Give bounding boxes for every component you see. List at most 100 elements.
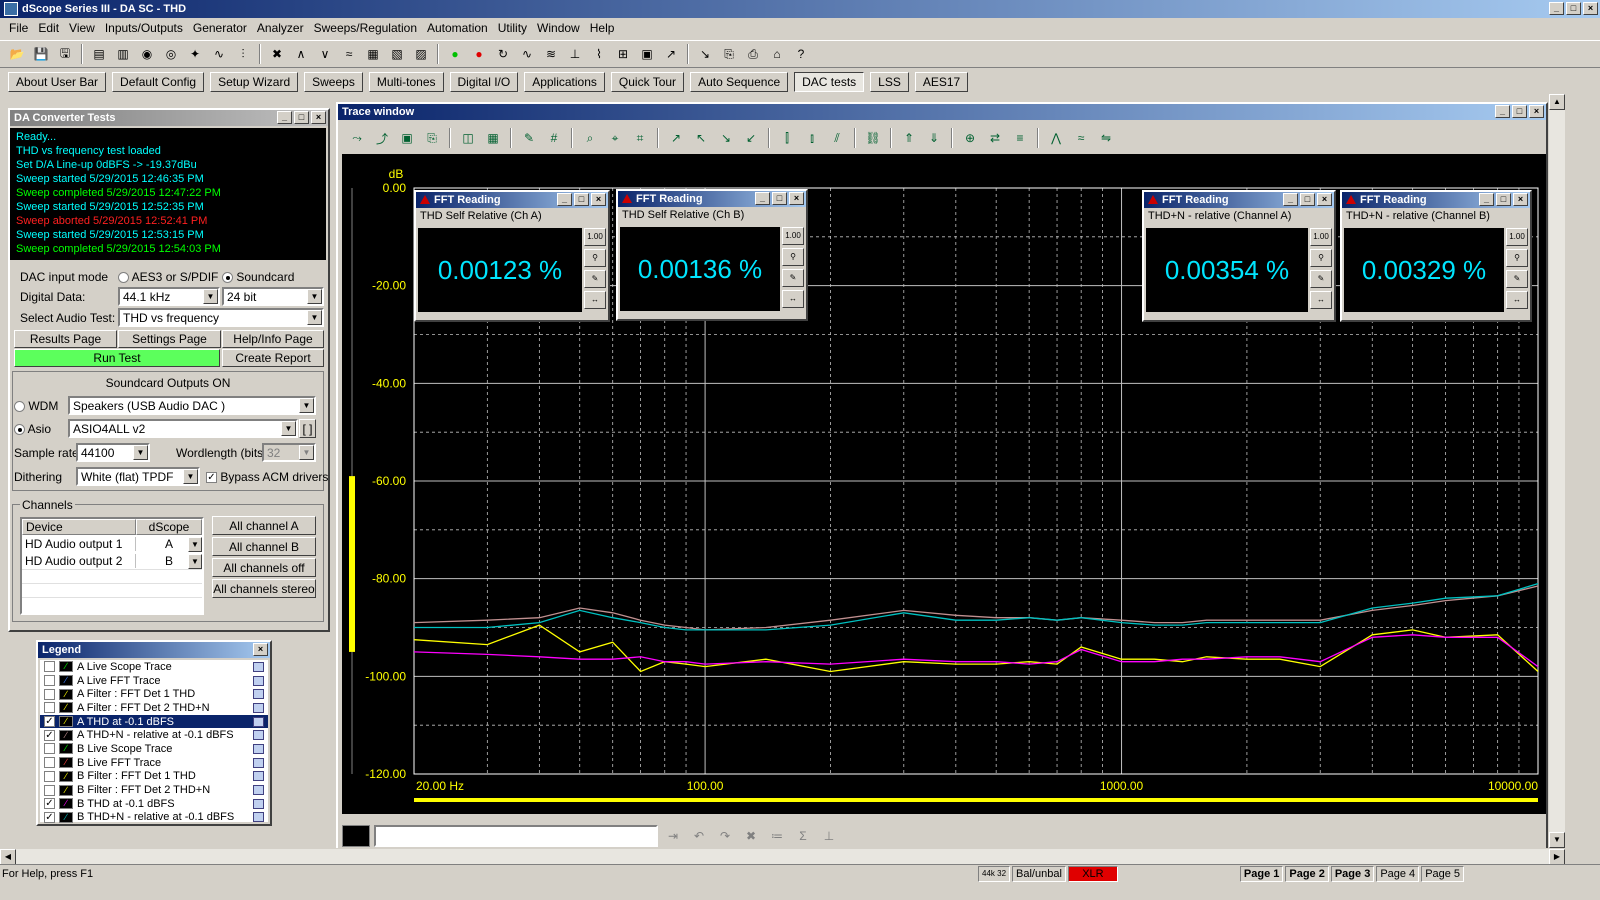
copy-icon[interactable] <box>253 689 264 700</box>
page-tab[interactable]: Page 2 <box>1285 865 1329 882</box>
legend-checkbox[interactable] <box>44 770 55 782</box>
fft-close-button[interactable]: × <box>591 193 606 206</box>
bottom-bars-icon[interactable]: ⊥ <box>818 825 840 847</box>
wdm-device-select[interactable]: Speakers (USB Audio DAC ) ▼ <box>68 396 316 415</box>
menu-edit[interactable]: Edit <box>33 21 64 35</box>
soundcard-radio[interactable]: Soundcard <box>222 270 294 284</box>
legend-item[interactable]: ∕ B Live Scope Trace <box>40 742 268 756</box>
legend-item[interactable]: ∕ A Filter : FFT Det 1 THD <box>40 687 268 701</box>
trace-graph1-icon[interactable]: ◫ <box>457 127 479 149</box>
userbar-about-user-bar-button[interactable]: About User Bar <box>8 72 107 92</box>
asio-config-button[interactable]: [ ] <box>299 419 316 438</box>
toolbar-meter1-icon[interactable]: ▦ <box>362 43 384 65</box>
fft-maximize-button[interactable]: □ <box>1496 193 1511 206</box>
fft-probe-icon[interactable]: ⚲ <box>1310 249 1332 267</box>
aes3-radio[interactable]: AES3 or S/PDIF <box>118 270 218 284</box>
close-button[interactable]: × <box>1583 2 1598 15</box>
legend-item[interactable]: ∕ B Filter : FFT Det 2 THD+N <box>40 783 268 797</box>
trace-mark2-icon[interactable]: ⇓ <box>923 127 945 149</box>
help-page-button[interactable]: Help/Info Page <box>222 330 324 348</box>
fft-arrows-icon[interactable]: ↔ <box>782 290 804 308</box>
trace-sel3-icon[interactable]: ≡ <box>1009 127 1031 149</box>
fft-minimize-button[interactable]: _ <box>1479 193 1494 206</box>
trace-up4-icon[interactable]: ↙ <box>740 127 762 149</box>
trace-zoom-icon[interactable]: ⌕ <box>579 127 601 149</box>
toolbar-auto2-icon[interactable]: ⊥ <box>564 43 586 65</box>
menu-automation[interactable]: Automation <box>422 21 493 35</box>
audio-test-select[interactable]: THD vs frequency ▼ <box>118 308 324 327</box>
copy-icon[interactable] <box>253 743 264 754</box>
all-channels-off-button[interactable]: All channels off <box>212 558 316 577</box>
fft-probe-icon[interactable]: ⚲ <box>782 248 804 266</box>
copy-icon[interactable] <box>253 757 264 768</box>
trace-zoom3-icon[interactable]: ⌗ <box>629 127 651 149</box>
toolbar-open-icon[interactable]: 📂 <box>6 43 28 65</box>
toolbar-run-icon[interactable]: ● <box>444 43 466 65</box>
dithering-select[interactable]: White (flat) TPDF ▼ <box>76 467 200 486</box>
bottom-list-icon[interactable]: ≔ <box>766 825 788 847</box>
toolbar-sweep-icon[interactable]: ✦ <box>184 43 206 65</box>
trace-up-icon[interactable]: ↗ <box>665 127 687 149</box>
trace-name-input[interactable] <box>374 825 658 847</box>
fft-meter-icon[interactable]: 1.00 <box>1310 228 1332 246</box>
legend-checkbox[interactable]: ✓ <box>44 811 55 823</box>
userbar-setup-wizard-button[interactable]: Setup Wizard <box>210 72 299 92</box>
trace-up3-icon[interactable]: ↘ <box>715 127 737 149</box>
toolbar-cross-icon[interactable]: ✖ <box>266 43 288 65</box>
toolbar-auto6-icon[interactable]: ↗ <box>660 43 682 65</box>
menu-file[interactable]: File <box>4 21 33 35</box>
scroll-left-icon[interactable]: ◀ <box>0 849 16 865</box>
copy-icon[interactable] <box>253 675 264 686</box>
fft-maximize-button[interactable]: □ <box>574 193 589 206</box>
fft-arrows-icon[interactable]: ↔ <box>1506 291 1528 309</box>
all-channel-b-button[interactable]: All channel B <box>212 537 316 556</box>
trace-link-icon[interactable]: ⛓ <box>862 127 884 149</box>
scroll-down-icon[interactable]: ▼ <box>1549 832 1565 848</box>
userbar-aes17-button[interactable]: AES17 <box>914 72 969 92</box>
toolbar-output-icon[interactable]: ▥ <box>112 43 134 65</box>
toolbar-input-icon[interactable]: ▤ <box>88 43 110 65</box>
legend-checkbox[interactable]: ✓ <box>44 798 55 810</box>
legend-item[interactable]: ✓ ∕ A THD at -0.1 dBFS <box>40 714 268 729</box>
userbar-applications-button[interactable]: Applications <box>524 72 605 92</box>
copy-icon[interactable] <box>253 661 264 672</box>
toolbar-scope-icon[interactable]: ∿ <box>208 43 230 65</box>
trace-num-icon[interactable]: # <box>543 127 565 149</box>
fft-arrows-icon[interactable]: ↔ <box>1310 291 1332 309</box>
wordlength-select[interactable]: 32 ▼ <box>262 443 316 462</box>
horizontal-scrollbar[interactable]: ◀ ▶ <box>0 848 1565 865</box>
legend-checkbox[interactable] <box>44 675 55 687</box>
toolbar-util1-icon[interactable]: ↘ <box>694 43 716 65</box>
toolbar-rec-icon[interactable]: ↻ <box>492 43 514 65</box>
legend-item[interactable]: ✓ ∕ B THD at -0.1 dBFS <box>40 797 268 811</box>
userbar-default-config-button[interactable]: Default Config <box>112 72 205 92</box>
wdm-radio[interactable]: WDM <box>14 399 58 413</box>
toolbar-auto3-icon[interactable]: ⌇ <box>588 43 610 65</box>
bit-depth-select[interactable]: 24 bit ▼ <box>222 287 324 306</box>
copy-icon[interactable] <box>253 702 264 713</box>
legend-checkbox[interactable] <box>44 661 55 673</box>
fft-meter-icon[interactable]: 1.00 <box>782 227 804 245</box>
legend-item[interactable]: ∕ A Live FFT Trace <box>40 674 268 688</box>
bottom-undo-icon[interactable]: ↶ <box>688 825 710 847</box>
legend-checkbox[interactable] <box>44 743 55 755</box>
dac-minimize-button[interactable]: _ <box>277 111 292 124</box>
copy-icon[interactable] <box>253 730 264 741</box>
toolbar-save-all-icon[interactable]: 🖫 <box>54 43 76 65</box>
legend-checkbox[interactable]: ✓ <box>44 716 55 728</box>
run-test-button[interactable]: Run Test <box>14 349 220 367</box>
all-channel-a-button[interactable]: All channel A <box>212 516 316 535</box>
toolbar-wave3-icon[interactable]: ≈ <box>338 43 360 65</box>
fft-minimize-button[interactable]: _ <box>557 193 572 206</box>
fft-edit-icon[interactable]: ✎ <box>782 269 804 287</box>
toolbar-util4-icon[interactable]: ⌂ <box>766 43 788 65</box>
copy-icon[interactable] <box>253 798 264 809</box>
trace-cur2-icon[interactable]: ⫾ <box>801 127 823 149</box>
userbar-digital-i-o-button[interactable]: Digital I/O <box>449 72 519 92</box>
toolbar-stop-icon[interactable]: ● <box>468 43 490 65</box>
trace-copy-icon[interactable]: ⎘ <box>421 127 443 149</box>
channel-row[interactable]: HD Audio output 1 A ▼ <box>22 535 202 552</box>
copy-icon[interactable] <box>253 716 264 727</box>
trace-close-button[interactable]: × <box>1529 105 1544 118</box>
digital-rate-select[interactable]: 44.1 kHz ▼ <box>118 287 220 306</box>
